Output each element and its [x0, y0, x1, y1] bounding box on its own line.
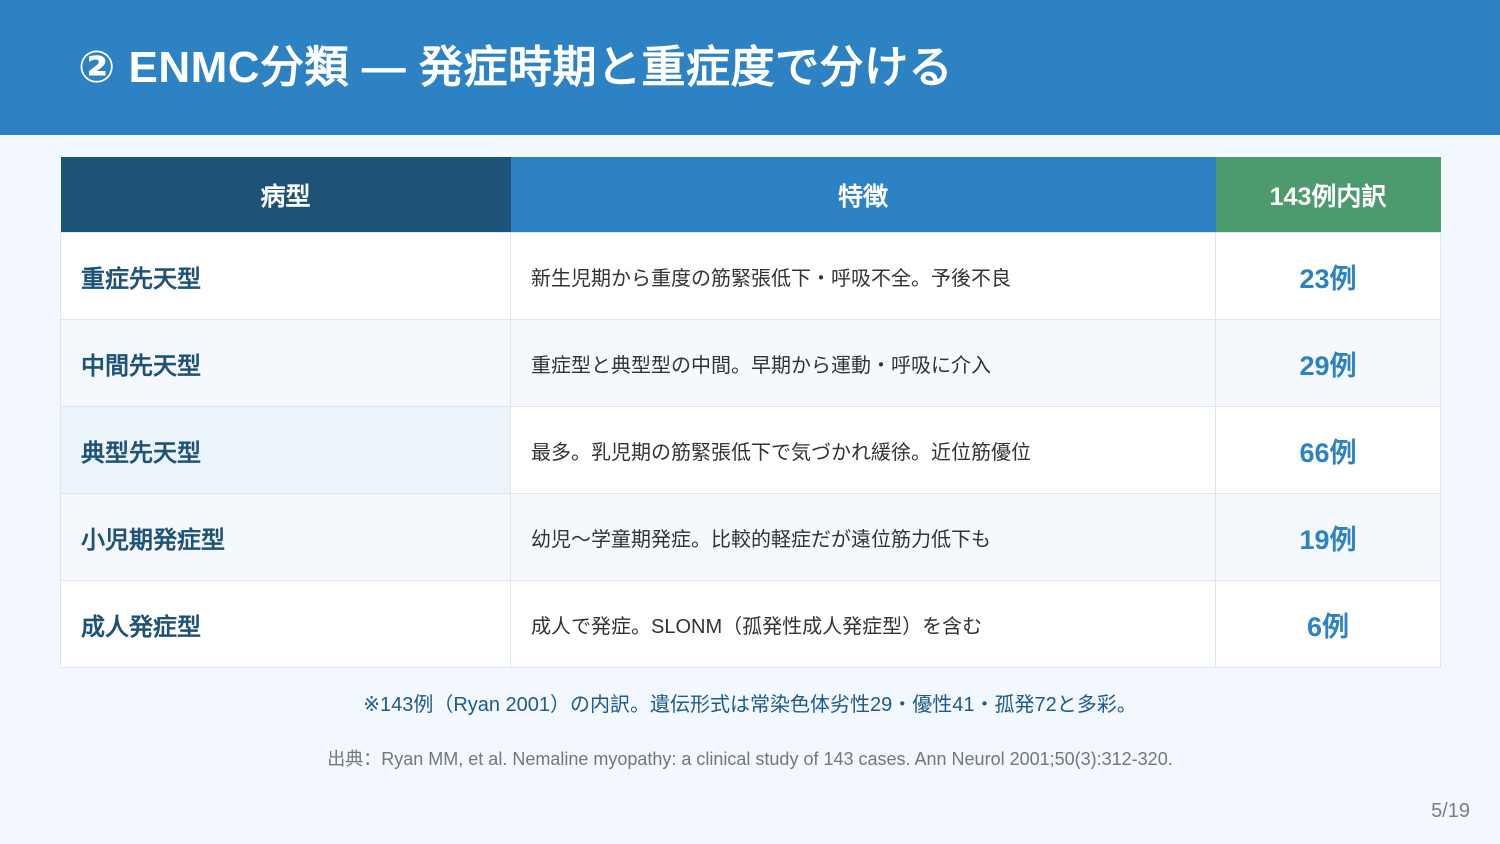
- table-row: 重症先天型 新生児期から重度の筋緊張低下・呼吸不全。予後不良 23例: [60, 232, 1441, 320]
- row-count: 6例: [1215, 580, 1441, 668]
- row-features: 重症型と典型型の中間。早期から運動・呼吸に介入: [510, 319, 1216, 407]
- table-row: 典型先天型 最多。乳児期の筋緊張低下で気づかれ緩徐。近位筋優位 66例: [60, 406, 1441, 494]
- row-features: 成人で発症。SLONM（孤発性成人発症型）を含む: [510, 580, 1216, 668]
- row-type: 成人発症型: [60, 580, 511, 668]
- row-type: 重症先天型: [60, 232, 511, 320]
- header-features: 特徴: [510, 157, 1216, 233]
- row-count: 29例: [1215, 319, 1441, 407]
- row-type: 小児期発症型: [60, 493, 511, 581]
- title-bar: ② ENMC分類 — 発症時期と重症度で分ける: [0, 0, 1500, 135]
- classification-table: 病型 特徴 143例内訳 重症先天型 新生児期から重度の筋緊張低下・呼吸不全。予…: [60, 157, 1441, 668]
- row-features: 最多。乳児期の筋緊張低下で気づかれ緩徐。近位筋優位: [510, 406, 1216, 494]
- table-row: 小児期発症型 幼児〜学童期発症。比較的軽症だが遠位筋力低下も 19例: [60, 493, 1441, 581]
- row-count: 66例: [1215, 406, 1441, 494]
- table-header-row: 病型 特徴 143例内訳: [60, 157, 1441, 233]
- row-features: 幼児〜学童期発症。比較的軽症だが遠位筋力低下も: [510, 493, 1216, 581]
- page-number: 5/19: [1431, 800, 1470, 822]
- table-row: 成人発症型 成人で発症。SLONM（孤発性成人発症型）を含む 6例: [60, 580, 1441, 668]
- source-citation: 出典：Ryan MM, et al. Nemaline myopathy: a …: [327, 749, 1173, 769]
- table-row: 中間先天型 重症型と典型型の中間。早期から運動・呼吸に介入 29例: [60, 319, 1441, 407]
- slide-title: ② ENMC分類 — 発症時期と重症度で分ける: [78, 43, 953, 92]
- row-type: 典型先天型: [60, 406, 511, 494]
- header-type: 病型: [60, 157, 511, 233]
- header-count: 143例内訳: [1215, 157, 1441, 233]
- row-count: 23例: [1215, 232, 1441, 320]
- footnote: ※143例（Ryan 2001）の内訳。遺伝形式は常染色体劣性29・優性41・孤…: [363, 694, 1137, 716]
- row-type: 中間先天型: [60, 319, 511, 407]
- row-count: 19例: [1215, 493, 1441, 581]
- row-features: 新生児期から重度の筋緊張低下・呼吸不全。予後不良: [510, 232, 1216, 320]
